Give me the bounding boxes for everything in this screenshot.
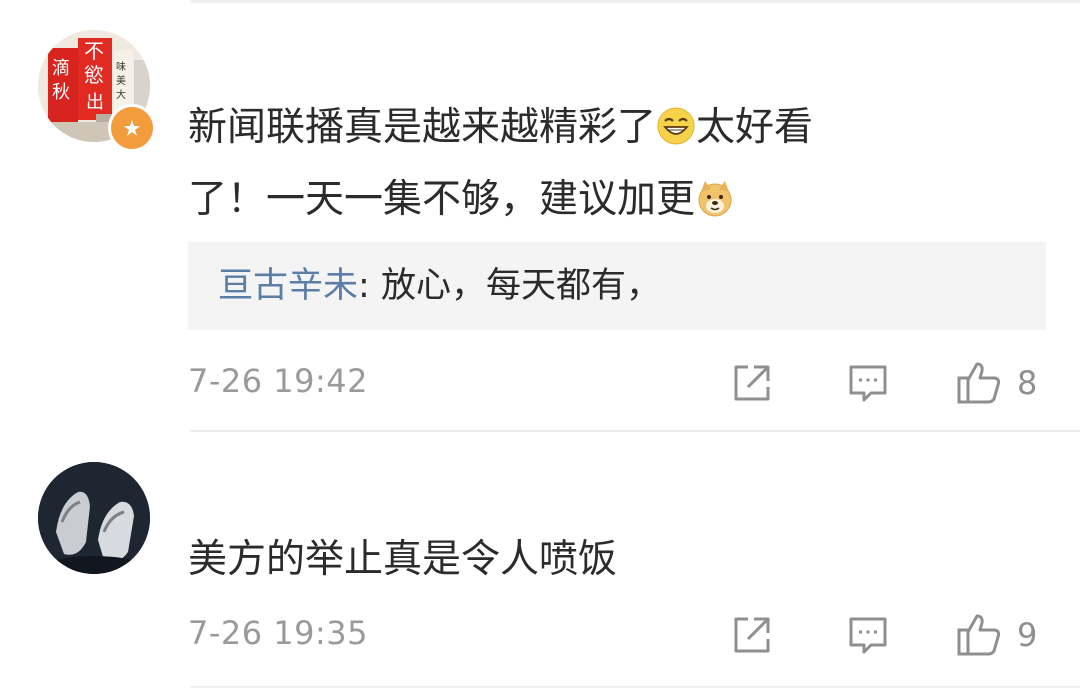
avatar-sign-char: 味 <box>116 61 126 73</box>
comment-icon <box>849 365 887 402</box>
comment-timestamp: 7-26 19:35 <box>188 614 369 652</box>
comment-text-part: 新闻联播真是越来越精彩了 <box>188 105 657 150</box>
grinning-emoji-icon <box>656 98 696 145</box>
share-icon <box>734 617 770 653</box>
avatar-sign-char: 不 <box>84 39 104 63</box>
reply-colon: : <box>358 266 370 306</box>
comment-button[interactable] <box>846 358 890 408</box>
comment-button[interactable] <box>846 610 890 660</box>
avatar[interactable] <box>38 462 150 574</box>
comment-item: 不 慾 滴 秋 出 味 美 大 新闻联播真是越来越精彩了 太好看 了！一天一集不够，… <box>0 0 1080 432</box>
avatar-sign-char: 秋 <box>52 82 70 103</box>
share-icon <box>734 365 770 401</box>
comment-item: 美方的举止真是令人喷饭 7-26 19:35 9 <box>0 432 1080 691</box>
comment-timestamp: 7-26 19:42 <box>188 362 369 400</box>
reply-text: 放心，每天都有， <box>369 266 661 306</box>
avatar-sign-char: 出 <box>86 92 104 113</box>
avatar-sign-char: 美 <box>116 74 126 87</box>
reply-line: 亘古辛未: 放心，每天都有， <box>218 262 661 310</box>
like-button[interactable]: 9 <box>955 610 1037 660</box>
thumbs-up-icon <box>957 362 1001 404</box>
bottom-divider <box>190 686 1080 688</box>
comment-text: 美方的举止真是令人喷饭 <box>188 537 618 582</box>
like-count: 9 <box>1017 616 1038 654</box>
share-button[interactable] <box>730 610 774 660</box>
comment-icon <box>849 617 887 654</box>
verified-badge-icon <box>108 104 156 152</box>
comment-text-part: 太好看 <box>696 105 814 150</box>
like-button[interactable]: 8 <box>955 358 1037 408</box>
comment-text: 新闻联播真是越来越精彩了 太好看 了！一天一集不够，建议加更 <box>188 92 988 236</box>
avatar-sign-char: 慾 <box>84 63 104 87</box>
thumbs-up-icon <box>957 614 1001 656</box>
like-count: 8 <box>1017 364 1038 402</box>
avatar-sign-char: 滴 <box>52 58 70 79</box>
reply-author-link[interactable]: 亘古辛未 <box>218 266 358 306</box>
avatar-sign-char: 大 <box>116 88 126 101</box>
reply-box[interactable]: 亘古辛未: 放心，每天都有， <box>188 242 1046 330</box>
doge-emoji-icon <box>695 170 735 217</box>
comment-text-part: 了！一天一集不够，建议加更 <box>188 177 696 222</box>
share-button[interactable] <box>730 358 774 408</box>
